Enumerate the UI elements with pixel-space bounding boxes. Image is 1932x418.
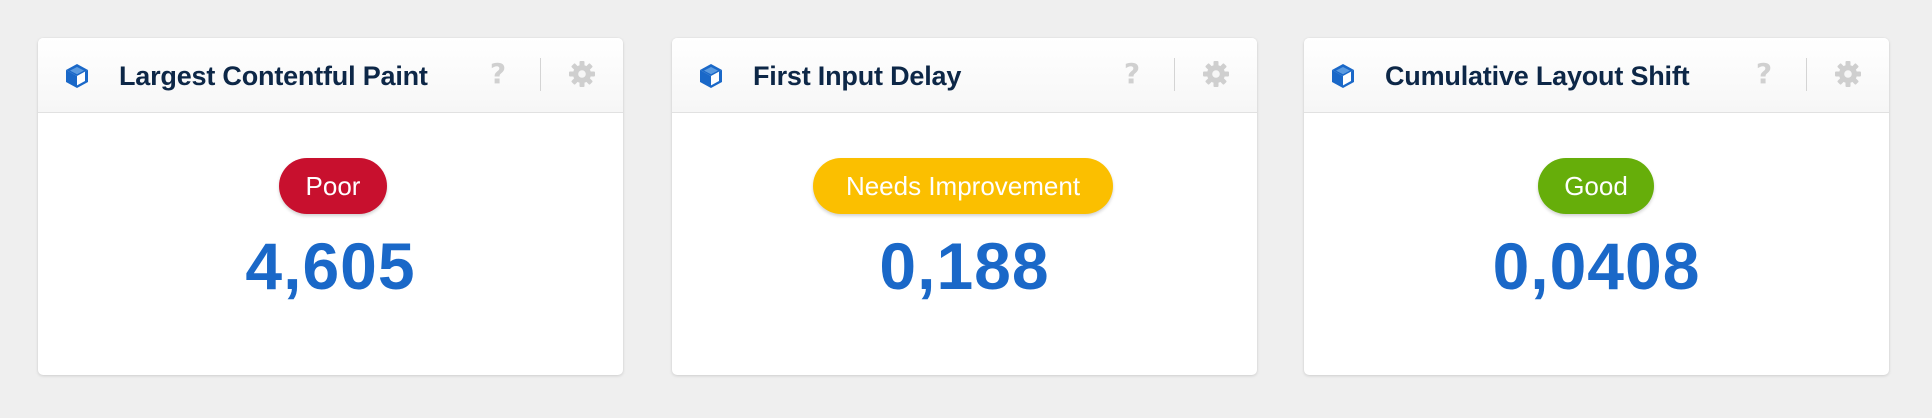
widget-header: Largest Contentful Paint ? xyxy=(38,38,623,113)
gear-icon[interactable] xyxy=(1834,60,1862,88)
metric-value: 4,605 xyxy=(245,229,416,303)
metric-value: 0,0408 xyxy=(1492,229,1701,303)
widget-first-input-delay: First Input Delay ? Needs Improvement 0,… xyxy=(672,38,1257,375)
widget-title: Largest Contentful Paint xyxy=(119,61,428,91)
widget-header: First Input Delay ? xyxy=(672,38,1257,113)
metric-value: 0,188 xyxy=(879,229,1050,303)
cube-icon xyxy=(700,64,722,88)
header-divider xyxy=(1806,58,1807,91)
header-divider xyxy=(540,58,541,91)
header-divider xyxy=(1174,58,1175,91)
widget-largest-contentful-paint: Largest Contentful Paint ? Poor 4,605 xyxy=(38,38,623,375)
widget-cumulative-layout-shift: Cumulative Layout Shift ? Good 0,0408 xyxy=(1304,38,1889,375)
widget-title: Cumulative Layout Shift xyxy=(1385,61,1690,91)
gear-icon[interactable] xyxy=(568,60,596,88)
widget-header: Cumulative Layout Shift ? xyxy=(1304,38,1889,113)
help-icon[interactable]: ? xyxy=(485,56,511,92)
status-badge-needs-improvement: Needs Improvement xyxy=(813,158,1113,214)
status-badge-poor: Poor xyxy=(279,158,387,214)
status-badge-good: Good xyxy=(1538,158,1654,214)
gear-icon[interactable] xyxy=(1202,60,1230,88)
cube-icon xyxy=(66,64,88,88)
help-icon[interactable]: ? xyxy=(1751,56,1777,92)
help-icon[interactable]: ? xyxy=(1119,56,1145,92)
widget-title: First Input Delay xyxy=(753,61,962,91)
cube-icon xyxy=(1332,64,1354,88)
